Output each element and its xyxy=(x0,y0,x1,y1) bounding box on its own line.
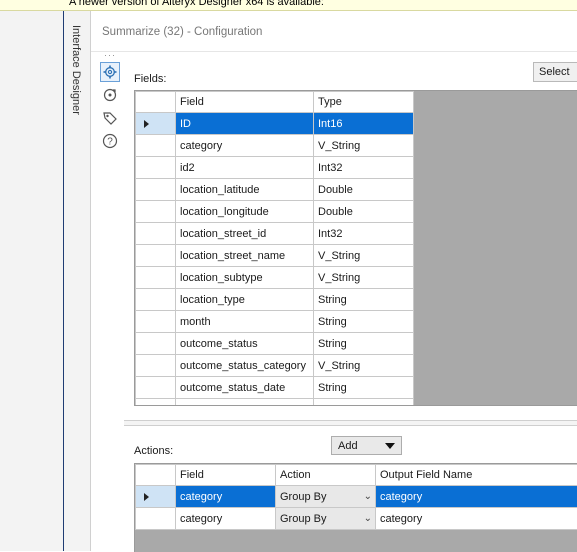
update-notice-text: A newer version of Alteryx Designer x64 … xyxy=(69,0,324,8)
output-field-name-cell[interactable]: category xyxy=(376,486,577,508)
help-icon[interactable]: ? xyxy=(100,131,120,151)
field-type-cell[interactable]: String xyxy=(314,333,414,355)
field-type-cell[interactable]: Int32 xyxy=(314,223,414,245)
column-header-output-field-name[interactable]: Output Field Name xyxy=(376,465,577,486)
row-selector[interactable] xyxy=(136,223,176,245)
output-field-name-cell[interactable]: category xyxy=(376,508,577,530)
action-select-value: Group By xyxy=(280,491,326,503)
row-selector[interactable] xyxy=(136,135,176,157)
configuration-title: Summarize (32) - Configuration xyxy=(102,26,262,38)
svg-text:?: ? xyxy=(107,137,113,148)
column-header-type[interactable]: Type xyxy=(314,92,414,113)
field-row[interactable]: location_subtypeV_String xyxy=(136,267,414,289)
select-button[interactable]: Select xyxy=(533,62,577,82)
interface-designer-label: Interface Designer xyxy=(70,25,82,115)
refresh-icon[interactable] xyxy=(100,85,120,105)
field-row[interactable]: outcome_status_dateString xyxy=(136,377,414,399)
action-field-cell[interactable]: category xyxy=(176,486,276,508)
tag-icon[interactable] xyxy=(100,108,120,128)
column-header-action[interactable]: Action xyxy=(276,465,376,486)
field-row[interactable]: outcome_status_categoryV_String xyxy=(136,355,414,377)
row-selector[interactable] xyxy=(136,333,176,355)
field-name-cell[interactable]: location_longitude xyxy=(176,201,314,223)
field-row[interactable]: location_longitudeDouble xyxy=(136,201,414,223)
more-options-icon[interactable]: ··· xyxy=(104,50,116,60)
field-row[interactable]: categoryV_String xyxy=(136,135,414,157)
action-select[interactable]: Group By ⌄ xyxy=(276,486,376,508)
field-row[interactable]: location_typeString xyxy=(136,289,414,311)
row-selector[interactable] xyxy=(136,201,176,223)
row-selector[interactable] xyxy=(136,508,176,530)
field-name-cell[interactable]: month xyxy=(176,311,314,333)
field-type-cell[interactable]: String xyxy=(314,311,414,333)
panel-splitter[interactable] xyxy=(124,420,577,426)
field-name-cell[interactable]: location_street_id xyxy=(176,223,314,245)
field-name-cell[interactable]: id2 xyxy=(176,157,314,179)
actions-grid[interactable]: Field Action Output Field Name categoryG… xyxy=(134,463,577,552)
interface-designer-tab[interactable]: Interface Designer xyxy=(64,11,91,551)
field-row-partial[interactable] xyxy=(136,399,414,407)
field-row[interactable]: location_latitudeDouble xyxy=(136,179,414,201)
configuration-header: Summarize (32) - Configuration xyxy=(91,11,577,52)
row-selector[interactable] xyxy=(136,311,176,333)
canvas-edge xyxy=(0,11,65,551)
field-type-cell[interactable]: V_String xyxy=(314,267,414,289)
field-row[interactable]: outcome_statusString xyxy=(136,333,414,355)
fields-grid[interactable]: Field Type IDInt16categoryV_Stringid2Int… xyxy=(134,90,577,406)
field-type-cell[interactable]: Double xyxy=(314,201,414,223)
field-type-cell[interactable]: Int16 xyxy=(314,113,414,135)
row-selector[interactable] xyxy=(136,355,176,377)
field-type-cell[interactable] xyxy=(314,399,414,407)
field-type-cell[interactable]: Double xyxy=(314,179,414,201)
field-name-cell[interactable]: location_street_name xyxy=(176,245,314,267)
row-selector[interactable] xyxy=(136,377,176,399)
field-name-cell[interactable] xyxy=(176,399,314,407)
chevron-down-icon: ⌄ xyxy=(364,513,372,524)
field-name-cell[interactable]: outcome_status_date xyxy=(176,377,314,399)
row-selector[interactable] xyxy=(136,179,176,201)
action-select[interactable]: Group By ⌄ xyxy=(276,508,376,530)
field-type-cell[interactable]: V_String xyxy=(314,135,414,157)
row-selector[interactable] xyxy=(136,245,176,267)
field-name-cell[interactable]: category xyxy=(176,135,314,157)
row-selector[interactable] xyxy=(136,267,176,289)
field-row[interactable]: id2Int32 xyxy=(136,157,414,179)
field-row[interactable]: monthString xyxy=(136,311,414,333)
update-notice-bar[interactable]: A newer version of Alteryx Designer x64 … xyxy=(0,0,577,11)
fields-label: Fields: xyxy=(134,73,166,85)
column-header-field[interactable]: Field xyxy=(176,465,276,486)
field-type-cell[interactable]: V_String xyxy=(314,245,414,267)
gear-icon[interactable] xyxy=(100,62,120,82)
row-header-corner xyxy=(136,92,176,113)
add-dropdown[interactable]: Add xyxy=(331,436,402,455)
field-name-cell[interactable]: location_latitude xyxy=(176,179,314,201)
actions-label: Actions: xyxy=(134,445,173,457)
row-selector[interactable] xyxy=(136,289,176,311)
field-row[interactable]: location_street_nameV_String xyxy=(136,245,414,267)
dropdown-arrow-icon xyxy=(385,443,395,449)
field-row[interactable]: IDInt16 xyxy=(136,113,414,135)
column-header-field[interactable]: Field xyxy=(176,92,314,113)
row-header-corner xyxy=(136,465,176,486)
field-type-cell[interactable]: Int32 xyxy=(314,157,414,179)
row-selector[interactable] xyxy=(136,113,176,135)
field-name-cell[interactable]: location_type xyxy=(176,289,314,311)
field-name-cell[interactable]: ID xyxy=(176,113,314,135)
field-name-cell[interactable]: outcome_status xyxy=(176,333,314,355)
field-name-cell[interactable]: outcome_status_category xyxy=(176,355,314,377)
action-row[interactable]: category Group By ⌄ category xyxy=(136,486,577,508)
field-type-cell[interactable]: V_String xyxy=(314,355,414,377)
row-selector[interactable] xyxy=(136,486,176,508)
action-select-value: Group By xyxy=(280,513,326,525)
field-type-cell[interactable]: String xyxy=(314,377,414,399)
field-row[interactable]: location_street_idInt32 xyxy=(136,223,414,245)
action-row[interactable]: category Group By ⌄ category xyxy=(136,508,577,530)
action-field-cell[interactable]: category xyxy=(176,508,276,530)
field-name-cell[interactable]: location_subtype xyxy=(176,267,314,289)
row-selector[interactable] xyxy=(136,157,176,179)
add-dropdown-label: Add xyxy=(338,440,358,452)
field-type-cell[interactable]: String xyxy=(314,289,414,311)
chevron-down-icon: ⌄ xyxy=(364,491,372,502)
row-selector[interactable] xyxy=(136,399,176,407)
